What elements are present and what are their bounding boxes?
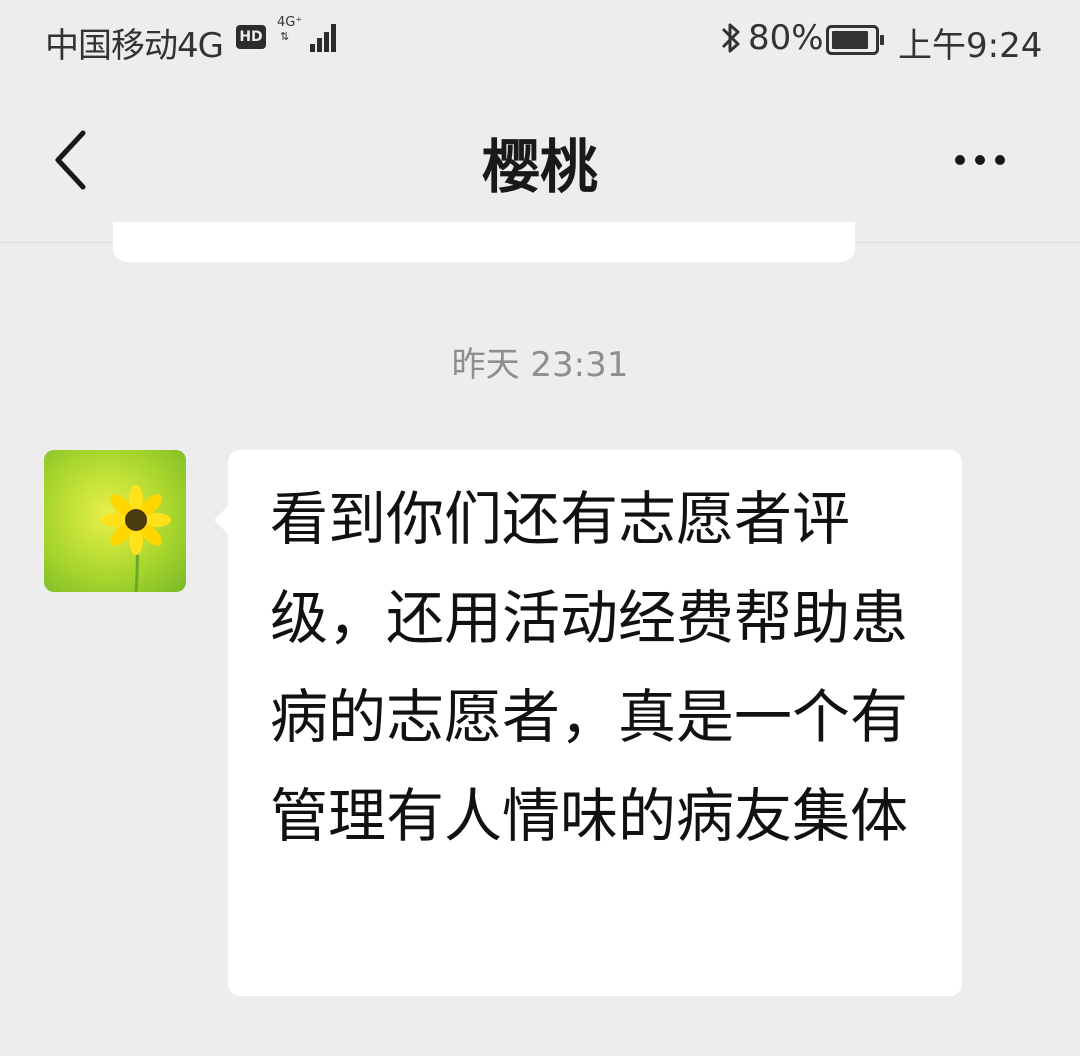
more-dots-icon <box>955 155 965 165</box>
network-type: 4G⁺ ⇅ <box>277 16 302 44</box>
message-bubble[interactable]: 看到你们还有志愿者评级，还用活动经费帮助患病的志愿者，真是一个有管理有人情味的病… <box>214 450 962 996</box>
battery-percentage: 80% <box>748 18 824 58</box>
sunflower-avatar <box>44 450 186 592</box>
network-type-label: 4G⁺ <box>277 15 303 30</box>
carrier-label: 中国移动4G <box>45 26 224 66</box>
signal-icon <box>300 20 340 52</box>
clock-time: 上午9:24 <box>898 26 1043 66</box>
previous-message-bubble[interactable] <box>113 222 855 262</box>
message-timestamp: 昨天 23:31 <box>451 345 629 385</box>
status-bar: 中国移动4G HD 4G⁺ ⇅ 80% 上午9:24 <box>0 0 1080 80</box>
chat-title: 樱桃 <box>481 133 598 201</box>
bluetooth-icon <box>721 23 740 53</box>
message-text: 看到你们还有志愿者评级，还用活动经费帮助患病的志愿者，真是一个有管理有人情味的病… <box>270 485 909 850</box>
hd-badge: HD <box>236 25 266 49</box>
chat-header: 樱桃 <box>0 80 1080 243</box>
network-activity-icon: ⇅ <box>280 30 290 43</box>
battery-icon <box>826 25 884 55</box>
contact-avatar[interactable] <box>44 450 186 592</box>
more-options-button[interactable] <box>930 135 1030 185</box>
